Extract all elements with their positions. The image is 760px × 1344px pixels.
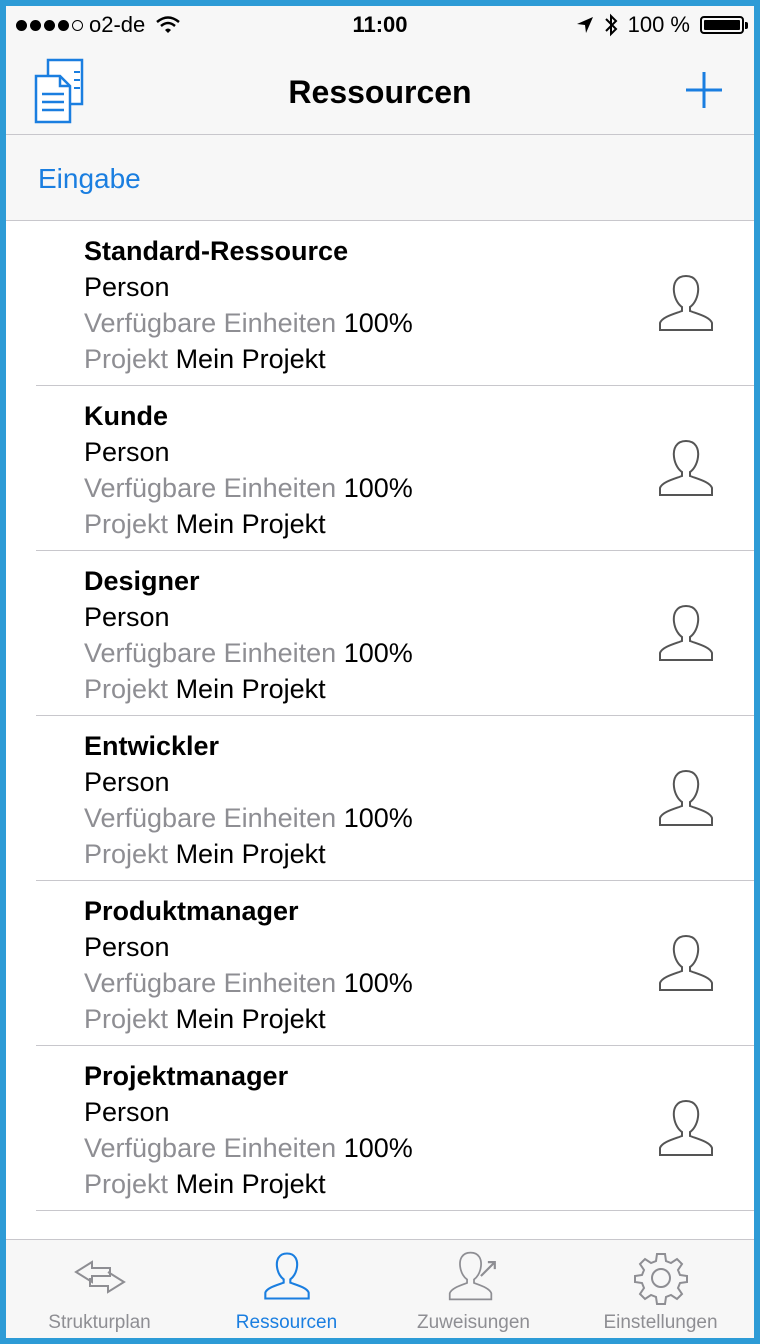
project-value: Mein Projekt bbox=[175, 1169, 326, 1199]
resource-list: Standard-Ressource Person Verfügbare Ein… bbox=[6, 221, 754, 1211]
gear-icon bbox=[633, 1253, 688, 1305]
project-label: Projekt bbox=[84, 1169, 169, 1199]
bluetooth-icon bbox=[604, 13, 618, 37]
project-value: Mein Projekt bbox=[175, 674, 326, 704]
units-value: 100% bbox=[343, 473, 413, 503]
resource-type: Person bbox=[84, 932, 170, 962]
units-label: Verfügbare Einheiten bbox=[84, 1133, 337, 1163]
resource-name: Designer bbox=[84, 566, 200, 596]
battery-percent: 100 % bbox=[627, 12, 690, 37]
person-icon bbox=[659, 1099, 713, 1156]
person-icon bbox=[659, 769, 713, 826]
units-label: Verfügbare Einheiten bbox=[84, 308, 337, 338]
battery-icon bbox=[700, 16, 748, 34]
units-label: Verfügbare Einheiten bbox=[84, 968, 337, 998]
resource-type: Person bbox=[84, 437, 170, 467]
units-value: 100% bbox=[343, 308, 413, 338]
navigation-bar: Ressourcen bbox=[6, 46, 754, 135]
tab-label: Zuweisungen bbox=[416, 1312, 531, 1333]
units-label: Verfügbare Einheiten bbox=[84, 473, 337, 503]
resource-name: Kunde bbox=[84, 401, 168, 431]
section-header: Eingabe bbox=[6, 135, 754, 221]
resource-type: Person bbox=[84, 1097, 170, 1127]
resource-name: Entwickler bbox=[84, 731, 220, 761]
project-value: Mein Projekt bbox=[175, 839, 326, 869]
units-label: Verfügbare Einheiten bbox=[84, 638, 337, 668]
resource-row[interactable]: Designer Person Verfügbare Einheiten 100… bbox=[36, 551, 754, 716]
units-value: 100% bbox=[343, 968, 413, 998]
units-value: 100% bbox=[343, 803, 413, 833]
tab-zuweisungen[interactable]: Zuweisungen bbox=[380, 1240, 567, 1338]
project-label: Projekt bbox=[84, 1004, 169, 1034]
units-label: Verfügbare Einheiten bbox=[84, 803, 337, 833]
resource-type: Person bbox=[84, 767, 170, 797]
resource-row[interactable]: Standard-Ressource Person Verfügbare Ein… bbox=[36, 221, 754, 386]
project-label: Projekt bbox=[84, 344, 169, 374]
status-bar: o2-de 11:00 100 % bbox=[6, 6, 754, 46]
arrows-icon bbox=[73, 1260, 126, 1294]
add-icon[interactable] bbox=[684, 70, 724, 110]
tab-bar: Strukturplan Ressourcen Zuweisungen Eins… bbox=[6, 1239, 754, 1338]
tab-label: Ressourcen bbox=[235, 1312, 338, 1333]
tab-strukturplan[interactable]: Strukturplan bbox=[6, 1240, 193, 1338]
resource-type: Person bbox=[84, 272, 170, 302]
project-value: Mein Projekt bbox=[175, 344, 326, 374]
units-value: 100% bbox=[343, 638, 413, 668]
resource-name: Projektmanager bbox=[84, 1061, 289, 1091]
resource-type: Person bbox=[84, 602, 170, 632]
resource-row[interactable]: Projektmanager Person Verfügbare Einheit… bbox=[36, 1046, 754, 1211]
resource-name: Standard-Ressource bbox=[84, 236, 349, 266]
tab-label: Einstellungen bbox=[603, 1312, 718, 1333]
project-label: Projekt bbox=[84, 509, 169, 539]
project-value: Mein Projekt bbox=[175, 509, 326, 539]
person-share-icon bbox=[448, 1251, 496, 1301]
resource-row[interactable]: Produktmanager Person Verfügbare Einheit… bbox=[36, 881, 754, 1046]
resource-name: Produktmanager bbox=[84, 896, 299, 926]
resource-row[interactable]: Entwickler Person Verfügbare Einheiten 1… bbox=[36, 716, 754, 881]
location-arrow-icon bbox=[576, 17, 593, 33]
tab-label: Strukturplan bbox=[48, 1312, 151, 1333]
project-value: Mein Projekt bbox=[175, 1004, 326, 1034]
person-icon bbox=[263, 1252, 310, 1300]
input-link[interactable]: Eingabe bbox=[38, 163, 141, 195]
resource-row[interactable]: Kunde Person Verfügbare Einheiten 100% P… bbox=[36, 386, 754, 551]
tab-ressourcen[interactable]: Ressourcen bbox=[193, 1240, 380, 1338]
tab-einstellungen[interactable]: Einstellungen bbox=[567, 1240, 754, 1338]
units-value: 100% bbox=[343, 1133, 413, 1163]
person-icon bbox=[659, 274, 713, 331]
person-icon bbox=[659, 934, 713, 991]
person-icon bbox=[659, 439, 713, 496]
status-right: 100 % bbox=[576, 12, 748, 38]
project-label: Projekt bbox=[84, 674, 169, 704]
project-label: Projekt bbox=[84, 839, 169, 869]
person-icon bbox=[659, 604, 713, 661]
app-screen: o2-de 11:00 100 % Ressourcen Eingabe Sta… bbox=[6, 6, 754, 1338]
page-title: Ressourcen bbox=[288, 74, 472, 110]
